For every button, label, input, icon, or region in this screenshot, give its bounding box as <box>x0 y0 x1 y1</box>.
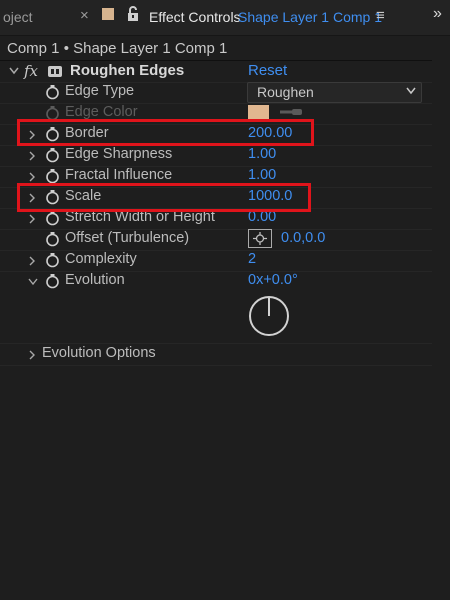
edge-type-dropdown[interactable]: Roughen <box>247 82 422 103</box>
complexity-value[interactable]: 2 <box>248 251 256 267</box>
property-row-complexity: Complexity 2 <box>0 250 432 272</box>
reset-button[interactable]: Reset <box>248 62 287 79</box>
property-row-evolution: Evolution 0x+0.0° <box>0 271 432 344</box>
stopwatch-icon[interactable] <box>45 231 60 247</box>
layer-color-swatch-icon <box>102 8 114 20</box>
point-control-icon[interactable] <box>248 229 272 248</box>
chevron-right-icon[interactable] <box>29 151 36 161</box>
scale-highlight-box <box>17 183 311 212</box>
complexity-label: Complexity <box>65 251 137 267</box>
offset-label: Offset (Turbulence) <box>65 230 190 246</box>
edge-color-label: Edge Color <box>65 104 138 120</box>
stopwatch-icon[interactable] <box>45 168 60 184</box>
evolution-label: Evolution <box>65 272 125 288</box>
panel-menu-icon[interactable]: ≡ <box>376 7 385 24</box>
evolution-value[interactable]: 0x+0.0° <box>248 272 298 288</box>
layer-selector-link[interactable]: Shape Layer 1 Comp 1 <box>238 9 382 25</box>
chevron-down-icon <box>406 87 416 95</box>
edge-sharpness-label: Edge Sharpness <box>65 146 173 162</box>
edge-type-value: Roughen <box>257 84 314 100</box>
effect-preset-icon <box>48 66 62 77</box>
property-row-evolution-options: Evolution Options <box>0 344 432 366</box>
stopwatch-icon[interactable] <box>45 210 60 226</box>
more-tabs-icon[interactable]: » <box>433 5 442 23</box>
border-highlight-box <box>17 119 314 146</box>
panel-tab-bar: oject × Effect Controls Shape Layer 1 Co… <box>0 0 450 36</box>
effect-controls-tab[interactable]: Effect Controls <box>149 9 241 25</box>
property-row-edge-type: Edge Type Roughen <box>0 82 432 104</box>
offset-value[interactable]: 0.0,0.0 <box>281 230 325 246</box>
chevron-down-icon[interactable] <box>9 67 19 75</box>
fx-toggle-icon[interactable]: fx <box>24 62 38 80</box>
property-row-edge-sharpness: Edge Sharpness 1.00 <box>0 145 432 167</box>
close-tab-icon[interactable]: × <box>80 7 89 24</box>
evolution-options-label[interactable]: Evolution Options <box>42 345 156 361</box>
chevron-right-icon[interactable] <box>29 214 36 224</box>
eyedropper-icon[interactable] <box>278 107 304 117</box>
stopwatch-icon[interactable] <box>45 147 60 163</box>
fractal-influence-label: Fractal Influence <box>65 167 173 183</box>
project-tab-fragment[interactable]: oject <box>3 9 33 25</box>
chevron-right-icon[interactable] <box>29 350 36 360</box>
stopwatch-icon[interactable] <box>45 273 60 289</box>
chevron-down-icon[interactable] <box>28 278 38 286</box>
edge-sharpness-value[interactable]: 1.00 <box>248 146 276 162</box>
effect-header-row[interactable]: fx Roughen Edges Reset <box>0 61 432 83</box>
lock-icon[interactable] <box>126 6 140 22</box>
stopwatch-icon[interactable] <box>45 84 60 100</box>
chevron-right-icon[interactable] <box>29 256 36 266</box>
stopwatch-icon[interactable] <box>45 252 60 268</box>
edge-type-label: Edge Type <box>65 83 135 99</box>
edge-color-swatch[interactable] <box>248 105 269 120</box>
breadcrumb: Comp 1 • Shape Layer 1 Comp 1 <box>7 40 228 57</box>
effect-controls-panel: fx Roughen Edges Reset Edge Type Roughen… <box>0 60 432 366</box>
chevron-right-icon[interactable] <box>29 172 36 182</box>
property-row-offset: Offset (Turbulence) 0.0,0.0 <box>0 229 432 251</box>
evolution-angle-dial[interactable] <box>248 295 290 337</box>
effect-name: Roughen Edges <box>70 62 185 79</box>
fractal-influence-value[interactable]: 1.00 <box>248 167 276 183</box>
